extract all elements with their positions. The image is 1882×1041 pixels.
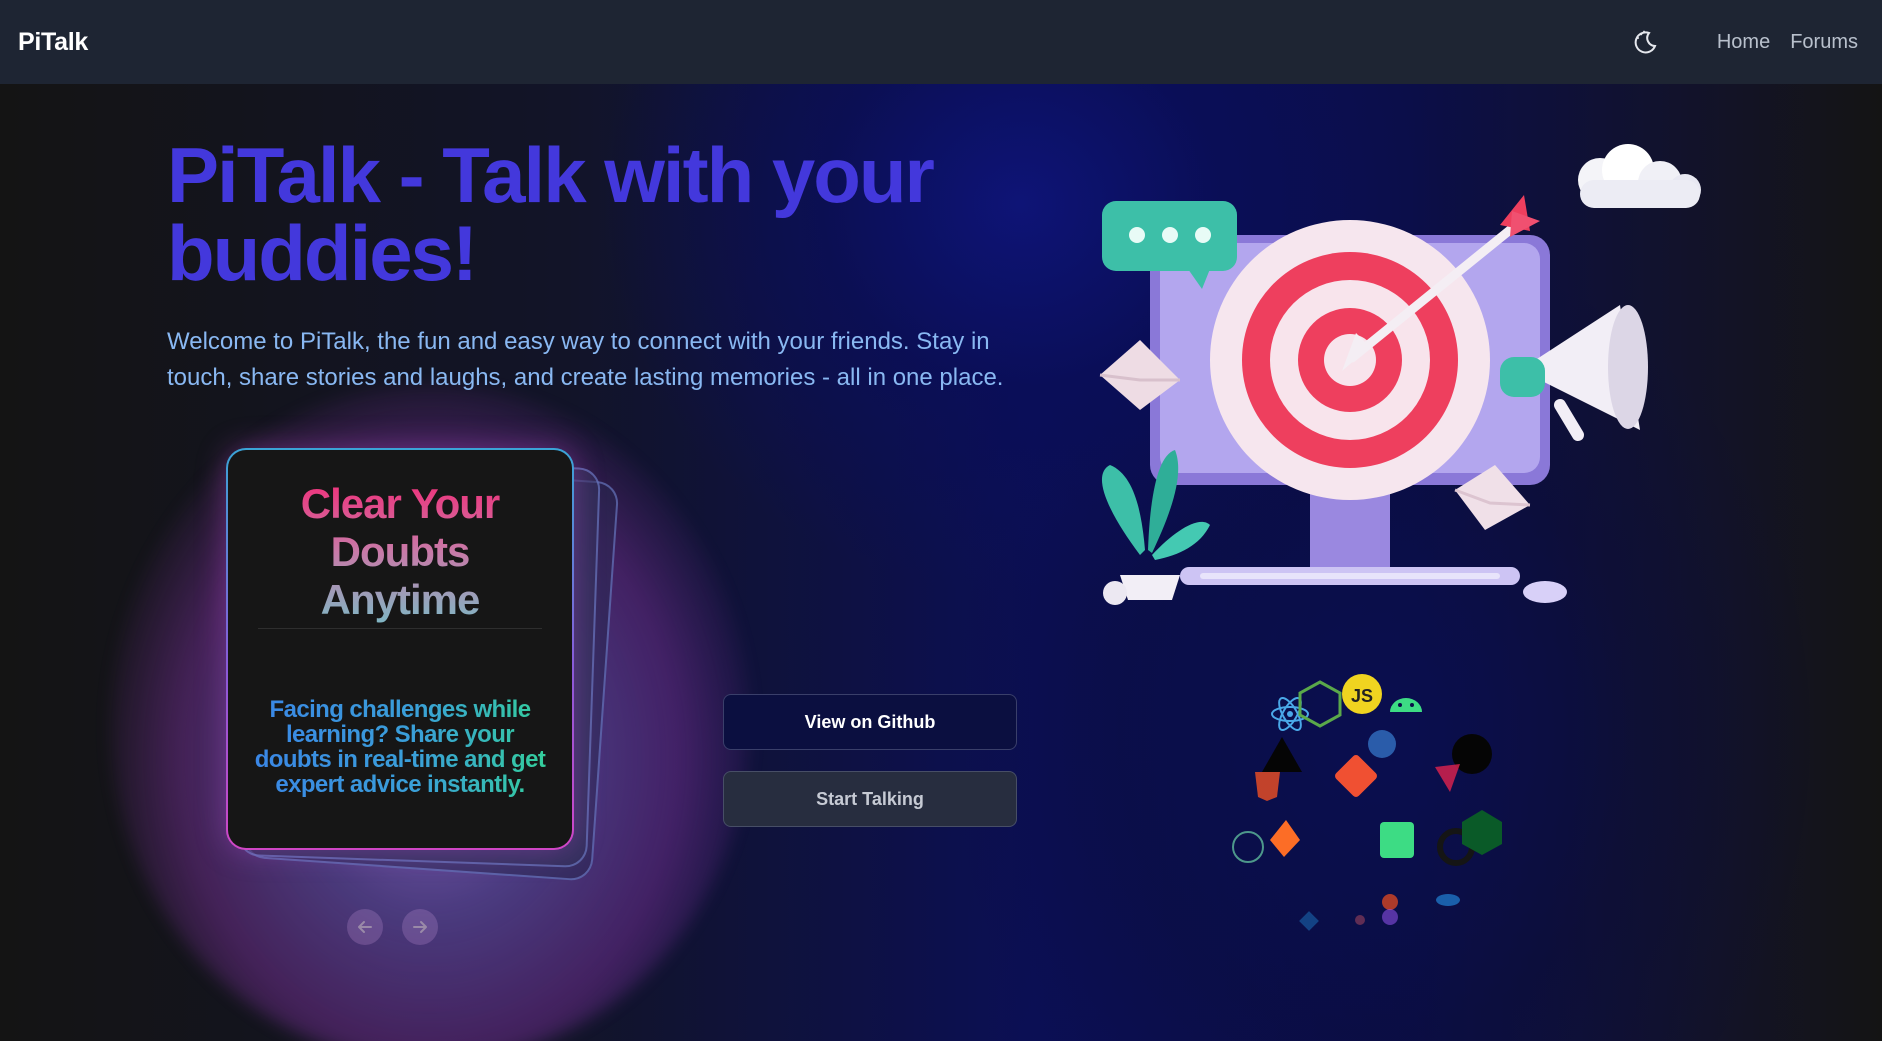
nav-link-forums[interactable]: Forums [1790, 31, 1858, 54]
cloud-icon [1578, 144, 1701, 208]
git-icon [1335, 755, 1377, 797]
vercel-icon [1262, 737, 1302, 772]
feature-card[interactable]: Clear Your Doubts Anytime Facing challen… [226, 448, 574, 850]
start-talking-button[interactable]: Start Talking [723, 771, 1017, 827]
theme-toggle-button[interactable] [1631, 27, 1661, 57]
webpack-icon [1299, 911, 1319, 931]
nestjs-icon [1435, 764, 1460, 792]
docker-icon [1436, 894, 1460, 906]
android-studio-icon [1380, 822, 1414, 858]
moon-stars-icon [1634, 30, 1657, 54]
navbar: PiTalk Home Forums [0, 0, 1882, 84]
svg-text:JS: JS [1351, 686, 1373, 706]
target-monitor-illustration [1099, 144, 1701, 605]
nav-link-home[interactable]: Home [1717, 31, 1770, 54]
carousel-prev-button[interactable] [347, 909, 383, 945]
hero-description: Welcome to PiTalk, the fun and easy way … [167, 328, 1004, 391]
feature-card-title: Clear Your Doubts Anytime [228, 480, 572, 624]
react-icon [1271, 697, 1309, 731]
arrow-right-icon [413, 921, 427, 933]
android-icon [1390, 698, 1422, 712]
brand-logo[interactable]: PiTalk [18, 28, 88, 57]
view-on-github-button[interactable]: View on Github [723, 694, 1017, 750]
card-divider [258, 628, 542, 629]
nuxt-icon [1462, 810, 1502, 855]
cypress-icon [1232, 831, 1264, 863]
nodejs-icon [1298, 680, 1342, 728]
figma-icon [1382, 894, 1398, 925]
jest-icon [1355, 915, 1365, 925]
feature-card-text: Facing challenges while learning? Share … [228, 697, 572, 797]
arrow-left-icon [358, 921, 372, 933]
javascript-icon: JS [1342, 674, 1382, 714]
html5-icon [1255, 772, 1280, 801]
typescript-icon [1368, 730, 1396, 758]
hero-title: PiTalk - Talk with your buddies! [167, 131, 935, 297]
carousel-next-button[interactable] [402, 909, 438, 945]
gitlab-icon [1270, 820, 1300, 857]
tech-icons-cluster: JS [1232, 674, 1502, 931]
nav-right: Home Forums [1631, 27, 1858, 57]
